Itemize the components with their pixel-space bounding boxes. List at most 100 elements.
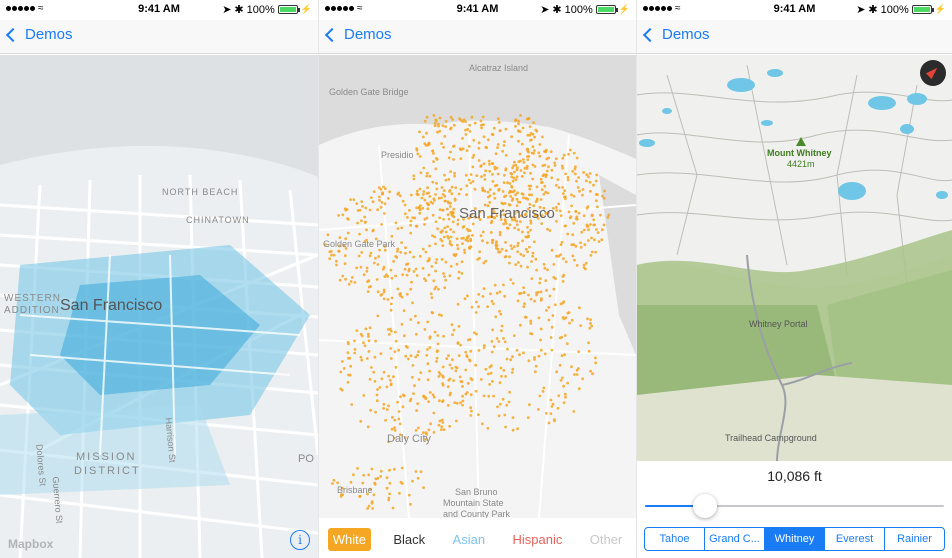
population-dot — [508, 223, 512, 227]
population-dot — [330, 253, 333, 257]
population-dot — [453, 174, 456, 178]
population-dot — [466, 127, 470, 131]
map-view-terrain[interactable]: Mount Whitney 4421m Whitney Portal Trail… — [637, 55, 952, 461]
legend-hispanic[interactable]: Hispanic — [507, 528, 567, 551]
elevation-slider[interactable] — [645, 494, 944, 518]
population-dot — [412, 255, 415, 259]
population-dot — [502, 283, 505, 287]
legend-black[interactable]: Black — [388, 528, 430, 551]
compass-icon[interactable] — [920, 60, 946, 86]
population-dot — [487, 159, 491, 163]
population-dot — [555, 254, 558, 258]
population-dot — [500, 374, 503, 378]
population-dot — [346, 217, 350, 221]
population-dot — [564, 260, 568, 264]
population-dot — [448, 393, 452, 397]
population-dot — [383, 202, 387, 206]
population-dot — [461, 403, 464, 407]
population-dot — [465, 184, 469, 188]
population-dot — [565, 342, 569, 346]
population-dot — [539, 198, 543, 201]
legend-white[interactable]: White — [327, 527, 371, 551]
population-dot — [443, 286, 447, 290]
segment-everest[interactable]: Everest — [825, 528, 885, 550]
population-dot — [413, 384, 416, 388]
segment-rainier[interactable]: Rainier — [885, 528, 944, 550]
back-button[interactable]: Demos — [324, 26, 392, 43]
population-dot — [444, 125, 447, 129]
demo-screens: ≈ 9:41 AM ➤ ✱ 100% ⚡ Demos NORTH BEACH C… — [0, 0, 952, 558]
population-dot — [446, 404, 450, 407]
population-dot — [362, 394, 366, 397]
slider-thumb[interactable] — [692, 494, 717, 518]
population-dot — [520, 142, 524, 146]
population-dot — [547, 156, 551, 160]
population-dot — [358, 495, 362, 498]
population-dot — [452, 379, 455, 382]
population-dot — [492, 345, 496, 349]
population-dot — [514, 263, 518, 267]
population-dot — [428, 244, 431, 248]
info-button[interactable]: i — [290, 530, 310, 550]
population-dot — [367, 350, 371, 353]
population-dot — [468, 358, 471, 362]
population-dot — [495, 291, 499, 295]
label-north-beach: NORTH BEACH — [162, 187, 239, 197]
battery-percent: 100% — [564, 3, 593, 16]
population-dot — [355, 329, 359, 332]
population-dot — [563, 334, 567, 337]
population-dot — [481, 422, 484, 426]
population-dot — [453, 171, 456, 175]
legend-asian[interactable]: Asian — [448, 528, 491, 551]
population-dot — [488, 383, 491, 386]
population-dot — [443, 135, 447, 138]
population-dot — [431, 149, 435, 153]
population-dot — [423, 217, 427, 221]
population-dot — [521, 126, 525, 130]
population-dot — [454, 365, 458, 369]
population-dot — [385, 486, 389, 490]
population-dot — [347, 373, 350, 377]
population-dot — [390, 296, 394, 300]
population-dot — [496, 172, 500, 176]
segment-grand-canyon[interactable]: Grand C... — [705, 528, 765, 550]
population-dot — [567, 210, 571, 214]
population-dot — [369, 285, 372, 288]
population-dot — [527, 150, 530, 154]
population-dot — [362, 341, 365, 345]
population-dot — [476, 258, 479, 261]
segment-whitney[interactable]: Whitney — [765, 528, 825, 550]
legend-other[interactable]: Other — [585, 528, 628, 551]
map-view-dot-density[interactable]: Alcatraz Island Golden Gate Bridge Presi… — [319, 55, 636, 518]
population-dot — [560, 164, 564, 168]
population-dot — [530, 277, 534, 280]
population-dot — [409, 502, 412, 506]
population-dot — [577, 211, 581, 215]
segment-tahoe[interactable]: Tahoe — [645, 528, 705, 550]
population-dot — [599, 213, 602, 217]
population-dot — [534, 200, 538, 204]
population-dot — [539, 327, 543, 331]
population-dot — [487, 138, 490, 142]
population-dot — [448, 424, 452, 428]
population-dot — [494, 152, 498, 156]
population-dot — [467, 178, 471, 182]
population-dot — [483, 173, 486, 177]
map-view-3d[interactable]: NORTH BEACH CHINATOWN WESTERN ADDITION S… — [0, 55, 318, 558]
population-dot — [581, 188, 585, 191]
population-dot — [432, 152, 435, 155]
population-dot — [574, 217, 578, 221]
population-dot — [349, 364, 353, 368]
population-dot — [581, 193, 584, 197]
population-dot — [531, 251, 535, 255]
population-dot — [387, 404, 390, 408]
population-dot — [358, 232, 361, 236]
population-dot — [559, 214, 563, 218]
population-dot — [511, 428, 515, 432]
population-dot — [443, 199, 447, 203]
population-dot — [514, 178, 518, 182]
back-button[interactable]: Demos — [5, 26, 73, 43]
back-button[interactable]: Demos — [642, 26, 710, 43]
population-dot — [510, 185, 514, 189]
population-dot — [460, 272, 464, 275]
